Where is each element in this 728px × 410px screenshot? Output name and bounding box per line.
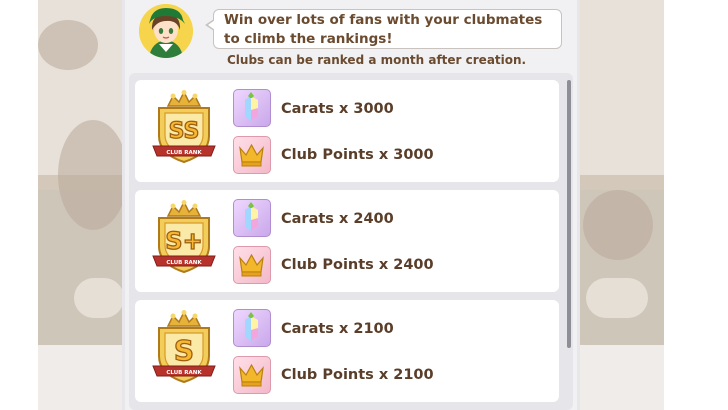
rank-letter: SS [169,119,200,144]
carat-icon [233,199,271,237]
trainer-avatar-icon [139,4,193,58]
speech-bubble: Win over lots of fans with your clubmate… [213,9,562,49]
club-rank-badge-icon: CLUB RANK S+ [151,200,217,280]
club-rank-badge-icon: CLUB RANK S [151,310,217,390]
club-points-reward: Club Points x 2100 [281,367,434,383]
scrollbar-thumb[interactable] [567,80,571,348]
rank-rewards-list[interactable]: CLUB RANK SS Carats x 3000 Club Points x… [129,73,573,410]
background-blur-shape [38,20,98,70]
background-button [586,278,648,318]
rank-reward-card: CLUB RANK SS Carats x 3000 Club Points x… [135,80,559,182]
club-points-reward: Club Points x 2400 [281,257,434,273]
background-blur-shape [58,120,128,230]
crown-icon [233,246,271,284]
badge-label: CLUB RANK [166,150,202,156]
speech-bubble-tail-fill [208,20,215,30]
carats-reward: Carats x 2400 [281,211,394,227]
rank-reward-card: CLUB RANK S+ Carats x 2400 Club Points x… [135,190,559,292]
background-button [74,278,124,318]
background-blur-shape [583,190,653,260]
crown-icon [233,356,271,394]
club-rank-badge-icon: CLUB RANK SS [151,90,217,170]
crown-icon [233,136,271,174]
badge-label: CLUB RANK [166,260,202,266]
ranking-note: Clubs can be ranked a month after creati… [227,53,527,67]
rank-letter: S+ [165,227,202,255]
carat-icon [233,89,271,127]
carats-reward: Carats x 3000 [281,101,394,117]
badge-label: CLUB RANK [166,370,202,376]
carats-reward: Carats x 2100 [281,321,394,337]
carat-icon [233,309,271,347]
rank-reward-card: CLUB RANK S Carats x 2100 Club Points x … [135,300,559,402]
speech-text: Win over lots of fans with your clubmate… [224,12,543,47]
club-points-reward: Club Points x 3000 [281,147,434,163]
rank-letter: S [174,334,194,367]
